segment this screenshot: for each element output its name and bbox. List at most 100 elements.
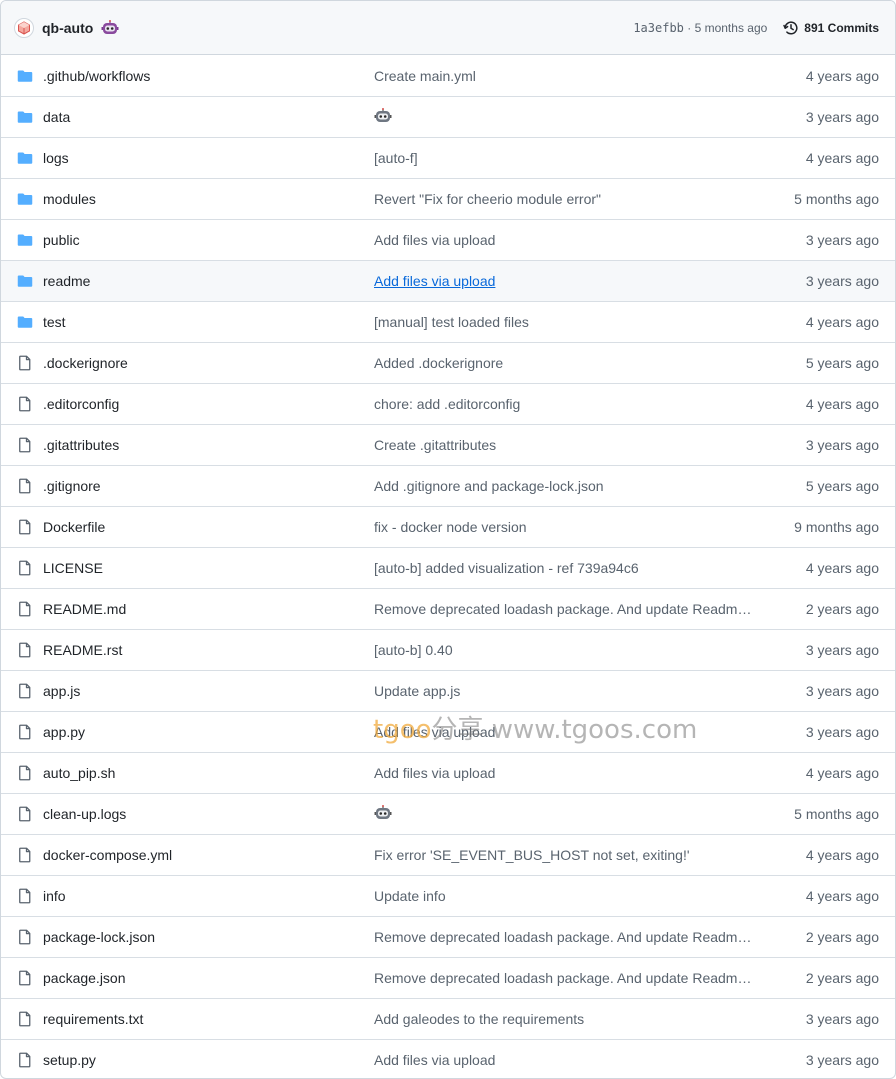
- commit-message-link[interactable]: Update info: [374, 888, 754, 904]
- commits-count: 891 Commits: [804, 20, 879, 35]
- file-name-link[interactable]: package.json: [43, 970, 374, 986]
- file-name-link[interactable]: readme: [43, 273, 374, 289]
- file-name-link[interactable]: auto_pip.sh: [43, 765, 374, 781]
- commit-message-link[interactable]: fix - docker node version: [374, 519, 754, 535]
- commit-age: 2 years ago: [805, 601, 879, 617]
- file-row[interactable]: .gitattributes Create .gitattributes 3 yea…: [1, 424, 895, 465]
- commit-sha[interactable]: 1a3efbb: [633, 21, 684, 35]
- file-row[interactable]: public Add files via upload 3 years ago: [1, 219, 895, 260]
- file-row[interactable]: .gitignore Add .gitignore and package-loc…: [1, 465, 895, 506]
- file-name-link[interactable]: .gitattributes: [43, 437, 374, 453]
- file-row[interactable]: LICENSE [auto-b] added visualization - re…: [1, 547, 895, 588]
- file-row[interactable]: info Update info 4 years ago: [1, 875, 895, 916]
- commit-age: 3 years ago: [805, 232, 879, 248]
- commit-message-link[interactable]: [auto-b] added visualization - ref 739a9…: [374, 560, 754, 576]
- commit-age: 4 years ago: [805, 560, 879, 576]
- file-row[interactable]: readme Add files via upload 3 years ago: [1, 260, 895, 301]
- commit-age: 2 years ago: [805, 929, 879, 945]
- commit-age: 3 years ago: [805, 683, 879, 699]
- file-row[interactable]: modules Revert "Fix for cheerio module er…: [1, 178, 895, 219]
- commit-message-link[interactable]: [374, 107, 754, 127]
- commit-message-link[interactable]: Add files via upload: [374, 724, 754, 740]
- author-avatar[interactable]: [14, 17, 34, 38]
- file-name-link[interactable]: app.py: [43, 724, 374, 740]
- file-row[interactable]: .editorconfig chore: add .editorconfig 4 y…: [1, 383, 895, 424]
- commit-message-link[interactable]: [auto-f]: [374, 150, 754, 166]
- file-row[interactable]: docker-compose.yml Fix error 'SE_EVENT_BU…: [1, 834, 895, 875]
- file-name-link[interactable]: data: [43, 109, 374, 125]
- robot-icon: [374, 804, 392, 821]
- commit-age: 3 years ago: [805, 724, 879, 740]
- file-row[interactable]: logs [auto-f] 4 years ago: [1, 137, 895, 178]
- file-row[interactable]: auto_pip.sh Add files via upload 4 years a…: [1, 752, 895, 793]
- file-name-link[interactable]: setup.py: [43, 1052, 374, 1068]
- commit-message-link[interactable]: Add files via upload: [374, 1052, 754, 1068]
- file-row[interactable]: test [manual] test loaded files 4 years ag…: [1, 301, 895, 342]
- commits-link[interactable]: 891 Commits: [783, 20, 879, 36]
- commit-age: 3 years ago: [805, 1011, 879, 1027]
- file-row[interactable]: clean-up.logs 5 months ago: [1, 793, 895, 834]
- commit-message-link[interactable]: [auto-b] 0.40: [374, 642, 754, 658]
- file-name-link[interactable]: info: [43, 888, 374, 904]
- file-name-link[interactable]: public: [43, 232, 374, 248]
- file-name-link[interactable]: requirements.txt: [43, 1011, 374, 1027]
- file-row[interactable]: setup.py Add files via upload 3 years ago: [1, 1039, 895, 1078]
- commit-message-link[interactable]: Add files via upload: [374, 273, 754, 289]
- file-row[interactable]: README.md Remove deprecated loadash packa…: [1, 588, 895, 629]
- commit-message-link[interactable]: Add .gitignore and package-lock.json: [374, 478, 754, 494]
- file-name-link[interactable]: app.js: [43, 683, 374, 699]
- commit-message-link[interactable]: Add files via upload: [374, 232, 754, 248]
- file-name-link[interactable]: modules: [43, 191, 374, 207]
- file-name-link[interactable]: README.rst: [43, 642, 374, 658]
- commit-message-link[interactable]: [374, 804, 754, 824]
- commit-message-link[interactable]: chore: add .editorconfig: [374, 396, 754, 412]
- latest-commit-bar: qb-auto 1a3efbb · 5 months ago 891 Commi…: [1, 1, 895, 55]
- file-row[interactable]: app.js Update app.js 3 years ago: [1, 670, 895, 711]
- commit-message-link[interactable]: Remove deprecated loadash package. And u…: [374, 970, 754, 986]
- file-icon: [17, 1011, 33, 1027]
- file-icon: [17, 642, 33, 658]
- file-name-link[interactable]: .dockerignore: [43, 355, 374, 371]
- file-name-link[interactable]: package-lock.json: [43, 929, 374, 945]
- file-row[interactable]: app.py Add files via upload 3 years ago: [1, 711, 895, 752]
- file-row[interactable]: requirements.txt Add galeodes to the requ…: [1, 998, 895, 1039]
- file-name-link[interactable]: docker-compose.yml: [43, 847, 374, 863]
- file-row[interactable]: package.json Remove deprecated loadash pa…: [1, 957, 895, 998]
- file-icon: [17, 478, 33, 494]
- commit-message-link[interactable]: Create .gitattributes: [374, 437, 754, 453]
- file-row[interactable]: .dockerignore Added .dockerignore 5 years …: [1, 342, 895, 383]
- file-icon: [17, 765, 33, 781]
- commit-message-link[interactable]: Revert "Fix for cheerio module error": [374, 191, 754, 207]
- file-name-link[interactable]: logs: [43, 150, 374, 166]
- file-name-link[interactable]: .gitignore: [43, 478, 374, 494]
- file-name-link[interactable]: clean-up.logs: [43, 806, 374, 822]
- file-row[interactable]: .github/workflows Create main.yml 4 years …: [1, 55, 895, 96]
- commit-message-link[interactable]: Fix error 'SE_EVENT_BUS_HOST not set, ex…: [374, 847, 754, 863]
- commit-message-link[interactable]: Add galeodes to the requirements: [374, 1011, 754, 1027]
- file-row[interactable]: data 3 years ago: [1, 96, 895, 137]
- file-row[interactable]: package-lock.json Remove deprecated loada…: [1, 916, 895, 957]
- commit-author[interactable]: qb-auto: [42, 20, 93, 36]
- file-name-link[interactable]: Dockerfile: [43, 519, 374, 535]
- commit-age: 4 years ago: [805, 150, 879, 166]
- file-row[interactable]: README.rst [auto-b] 0.40 3 years ago: [1, 629, 895, 670]
- file-name-link[interactable]: README.md: [43, 601, 374, 617]
- commit-message-link[interactable]: [manual] test loaded files: [374, 314, 754, 330]
- file-icon: [17, 355, 33, 371]
- file-icon: [17, 396, 33, 412]
- commit-age[interactable]: 5 months ago: [695, 21, 768, 35]
- commit-message-link[interactable]: Update app.js: [374, 683, 754, 699]
- commit-age: 5 months ago: [794, 191, 879, 207]
- commit-message-link[interactable]: Create main.yml: [374, 68, 754, 84]
- commit-message-link[interactable]: Remove deprecated loadash package. And u…: [374, 929, 754, 945]
- commit-message-link[interactable]: Remove deprecated loadash package. And u…: [374, 601, 754, 617]
- folder-icon: [17, 314, 33, 330]
- file-name-link[interactable]: LICENSE: [43, 560, 374, 576]
- file-row[interactable]: Dockerfile fix - docker node version 9 mon…: [1, 506, 895, 547]
- file-name-link[interactable]: test: [43, 314, 374, 330]
- commit-message-link[interactable]: Add files via upload: [374, 765, 754, 781]
- folder-icon: [17, 191, 33, 207]
- file-name-link[interactable]: .editorconfig: [43, 396, 374, 412]
- commit-message-link[interactable]: Added .dockerignore: [374, 355, 754, 371]
- file-name-link[interactable]: .github/workflows: [43, 68, 374, 84]
